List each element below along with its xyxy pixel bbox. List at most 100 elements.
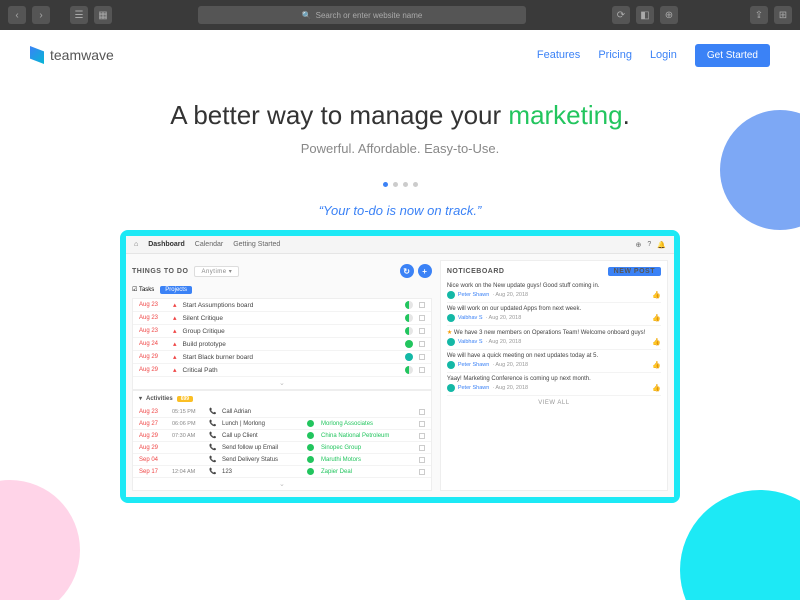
activity-row[interactable]: Aug 2706:06 PM📞Lunch | MorlongMorlong As… — [133, 418, 431, 430]
tabs-button[interactable]: ⊞ — [774, 6, 792, 24]
like-icon[interactable]: 👍 — [652, 384, 661, 392]
task-checkbox[interactable] — [419, 341, 425, 347]
brand-logo[interactable]: teamwave — [30, 46, 114, 64]
activities-header: ▾ Activities 699 — [133, 391, 431, 406]
activities-count: 699 — [177, 396, 193, 402]
main-nav: Features Pricing Login Get Started — [537, 44, 770, 67]
tab-calendar[interactable]: Calendar — [195, 241, 223, 248]
tab-getting-started[interactable]: Getting Started — [233, 241, 280, 248]
browser-toolbar: ‹ › ☰ ▦ 🔍 Search or enter website name ⟳… — [0, 0, 800, 30]
activity-row[interactable]: Aug 2305:15 PM📞Call Adrian — [133, 406, 431, 418]
reload-button[interactable]: ⟳ — [612, 6, 630, 24]
activity-checkbox[interactable] — [419, 469, 425, 475]
activity-row[interactable]: Sep 1712:04 AM📞123Zapier Deal — [133, 466, 431, 478]
dot-2[interactable] — [393, 182, 398, 187]
nav-login[interactable]: Login — [650, 49, 677, 61]
dot-4[interactable] — [413, 182, 418, 187]
activity-row[interactable]: Aug 29📞Send follow up EmailSinopec Group — [133, 442, 431, 454]
task-row[interactable]: Aug 24▴Build prototype — [133, 338, 431, 351]
view-all-link[interactable]: VIEW ALL — [447, 396, 661, 410]
avatar — [447, 338, 455, 346]
like-icon[interactable]: 👍 — [652, 338, 661, 346]
carousel-dots — [0, 182, 800, 187]
forward-button[interactable]: › — [32, 6, 50, 24]
nav-pricing[interactable]: Pricing — [598, 49, 632, 61]
filter-dropdown[interactable]: Anytime ▾ — [194, 266, 239, 277]
like-icon[interactable]: 👍 — [652, 361, 661, 369]
app-screenshot: ⌂ Dashboard Calendar Getting Started ⊕ ?… — [120, 230, 680, 503]
expand-icon[interactable]: ⌄ — [133, 478, 431, 490]
task-row[interactable]: Aug 29▴Critical Path — [133, 364, 431, 377]
activity-row[interactable]: Aug 2907:30 AM📞Call up ClientChina Natio… — [133, 430, 431, 442]
noticeboard-panel: NOTICEBOARD NEW POST Nice work on the Ne… — [440, 260, 668, 491]
avatar — [447, 361, 455, 369]
add-task-button[interactable]: + — [418, 264, 432, 278]
tab-dashboard[interactable]: Dashboard — [148, 241, 185, 248]
reader-button[interactable]: ◧ — [636, 6, 654, 24]
share-button[interactable]: ⇪ — [750, 6, 768, 24]
activity-checkbox[interactable] — [419, 445, 425, 451]
task-checkbox[interactable] — [419, 328, 425, 334]
grid-button[interactable]: ▦ — [94, 6, 112, 24]
dot-1[interactable] — [383, 182, 388, 187]
avatar — [447, 314, 455, 322]
tab-projects[interactable]: Projects — [160, 286, 192, 294]
get-started-button[interactable]: Get Started — [695, 44, 770, 67]
app-topbar: ⌂ Dashboard Calendar Getting Started ⊕ ?… — [126, 236, 674, 254]
decoration-circle-pink — [0, 480, 80, 600]
brand-name: teamwave — [50, 47, 114, 63]
avatar — [447, 384, 455, 392]
noticeboard-post[interactable]: Yaay! Marketing Conference is coming up … — [447, 373, 661, 396]
expand-icon[interactable]: ⌄ — [133, 377, 431, 389]
noticeboard-post[interactable]: We will have a quick meeting on next upd… — [447, 350, 661, 373]
search-icon: 🔍 — [302, 11, 312, 20]
noticeboard-header: NOTICEBOARD NEW POST — [447, 267, 661, 276]
url-bar[interactable]: 🔍 Search or enter website name — [198, 6, 526, 24]
noticeboard-post[interactable]: We will work on our updated Apps from ne… — [447, 303, 661, 326]
activity-checkbox[interactable] — [419, 457, 425, 463]
decoration-circle-cyan — [680, 490, 800, 600]
activity-list: ▾ Activities 699 Aug 2305:15 PM📞Call Adr… — [132, 390, 432, 491]
download-button[interactable]: ⊕ — [660, 6, 678, 24]
like-icon[interactable]: 👍 — [652, 314, 661, 322]
noticeboard-post[interactable]: Nice work on the New update guys! Good s… — [447, 280, 661, 303]
task-checkbox[interactable] — [419, 367, 425, 373]
like-icon[interactable]: 👍 — [652, 291, 661, 299]
quote-text: “Your to-do is now on track.” — [0, 203, 800, 218]
tab-tasks[interactable]: ☑ Tasks — [132, 286, 154, 294]
help-icon[interactable]: ? — [647, 241, 651, 249]
url-placeholder: Search or enter website name — [316, 11, 423, 20]
avatar — [447, 291, 455, 299]
task-checkbox[interactable] — [419, 315, 425, 321]
add-icon[interactable]: ⊕ — [636, 241, 642, 249]
task-row[interactable]: Aug 23▴Silent Critique — [133, 312, 431, 325]
task-tabs: ☑ Tasks Projects — [132, 286, 432, 294]
hero-title: A better way to manage your marketing. — [0, 100, 800, 131]
task-checkbox[interactable] — [419, 354, 425, 360]
task-checkbox[interactable] — [419, 302, 425, 308]
app-body: THINGS TO DO Anytime ▾ ↻ + ☑ Tasks Proje… — [126, 254, 674, 497]
sidebar-button[interactable]: ☰ — [70, 6, 88, 24]
bell-icon[interactable]: 🔔 — [657, 241, 666, 249]
nav-features[interactable]: Features — [537, 49, 580, 61]
activity-checkbox[interactable] — [419, 409, 425, 415]
activity-checkbox[interactable] — [419, 433, 425, 439]
activity-row[interactable]: Sep 04📞Send Delivery StatusMaruthi Motor… — [133, 454, 431, 466]
hero-subtitle: Powerful. Affordable. Easy-to-Use. — [0, 141, 800, 156]
refresh-button[interactable]: ↻ — [400, 264, 414, 278]
site-header: teamwave Features Pricing Login Get Star… — [0, 30, 800, 80]
things-to-do-header: THINGS TO DO Anytime ▾ ↻ + — [132, 260, 432, 282]
task-row[interactable]: Aug 23▴Group Critique — [133, 325, 431, 338]
page-content: teamwave Features Pricing Login Get Star… — [0, 30, 800, 600]
task-list: Aug 23▴Start Assumptions boardAug 23▴Sil… — [132, 298, 432, 390]
task-row[interactable]: Aug 23▴Start Assumptions board — [133, 299, 431, 312]
activity-checkbox[interactable] — [419, 421, 425, 427]
home-icon[interactable]: ⌂ — [134, 241, 138, 248]
hero-section: A better way to manage your marketing. P… — [0, 80, 800, 166]
new-post-button[interactable]: NEW POST — [608, 267, 661, 276]
left-panel: THINGS TO DO Anytime ▾ ↻ + ☑ Tasks Proje… — [132, 260, 432, 491]
back-button[interactable]: ‹ — [8, 6, 26, 24]
noticeboard-post[interactable]: ★ We have 3 new members on Operations Te… — [447, 326, 661, 350]
task-row[interactable]: Aug 29▴Start Black burner board — [133, 351, 431, 364]
dot-3[interactable] — [403, 182, 408, 187]
